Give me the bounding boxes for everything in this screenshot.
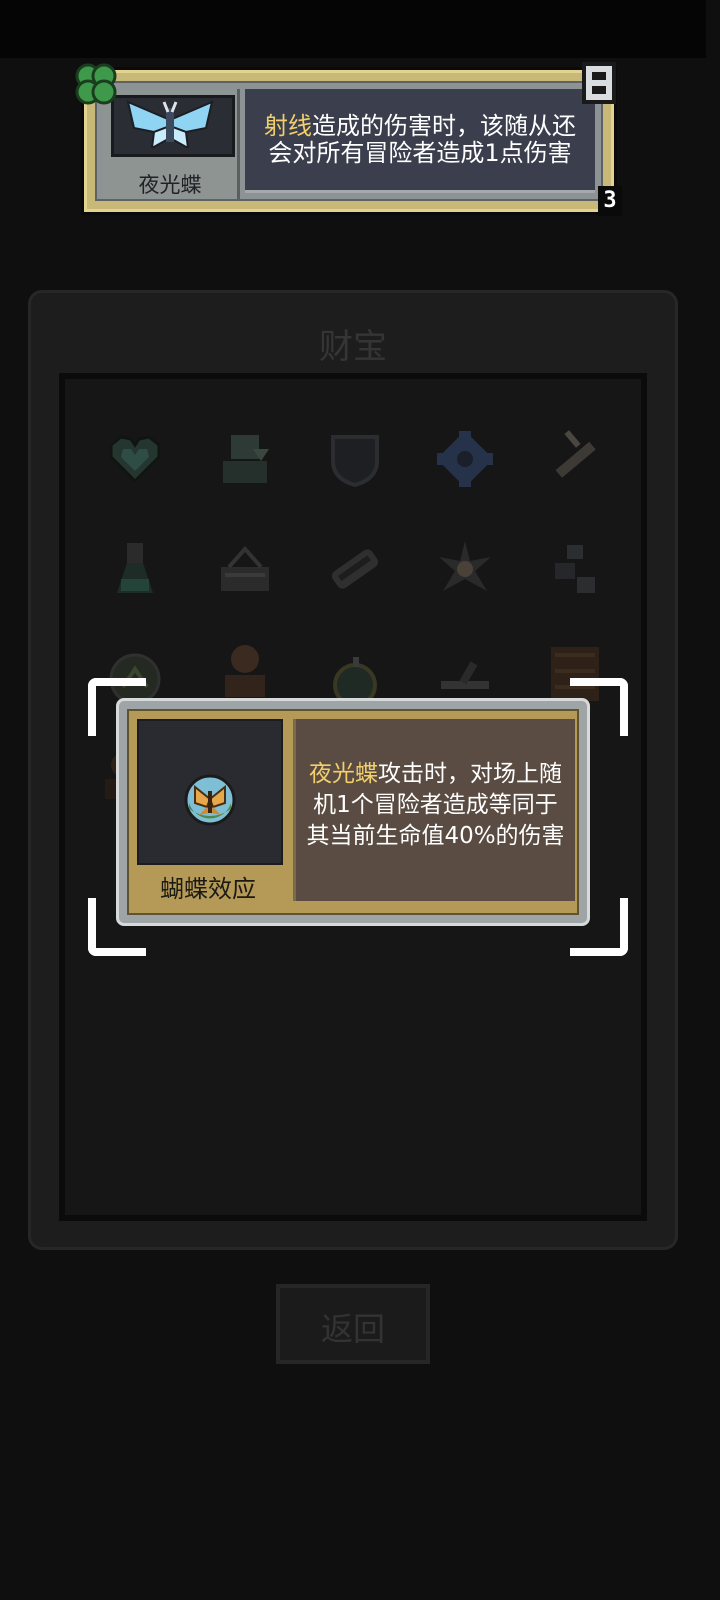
effect-desc-highlight: 夜光蝶 (309, 761, 378, 787)
plug-icon (582, 62, 616, 104)
adventurer-bust-icon[interactable] (213, 427, 277, 491)
butterfly-orb-icon (184, 774, 236, 826)
panel-title: 财宝 (319, 327, 387, 367)
syringe-icon[interactable] (543, 427, 607, 491)
companion-portrait: 夜光蝶 (103, 89, 240, 199)
cog-flower-icon[interactable] (433, 427, 497, 491)
companion-level: 3 (598, 186, 622, 216)
companion-desc-text: 造成的伤害时，该随从还会对所有冒险者造成1点伤害 (268, 112, 576, 167)
effect-icon-frame (137, 719, 283, 865)
back-button-label: 返回 (320, 1310, 385, 1348)
glow-butterfly-icon (126, 100, 214, 150)
robot-icon[interactable] (543, 537, 607, 601)
knight-bust-icon[interactable] (213, 637, 277, 701)
effect-description: 夜光蝶攻击时，对场上随机1个冒险者造成等同于其当前生命值40%的伤害 (293, 719, 575, 901)
starburst-icon[interactable] (433, 537, 497, 601)
potion-flask-icon[interactable] (103, 537, 167, 601)
effect-card[interactable]: 蝴蝶效应 夜光蝶攻击时，对场上随机1个冒险者造成等同于其当前生命值40%的伤害 (116, 698, 590, 926)
shield-icon[interactable] (323, 427, 387, 491)
scroll-icon[interactable] (323, 537, 387, 601)
companion-desc-highlight: 射线 (264, 112, 312, 140)
clover-icon (75, 63, 117, 105)
companion-card: 夜光蝶 射线造成的伤害时，该随从还会对所有冒险者造成1点伤害 (84, 70, 614, 212)
heart-gem-icon[interactable] (103, 427, 167, 491)
status-bar (0, 0, 706, 58)
companion-name: 夜光蝶 (138, 173, 202, 197)
companion-description: 射线造成的伤害时，该随从还会对所有冒险者造成1点伤害 (245, 89, 595, 193)
back-button[interactable]: 返回 (276, 1284, 430, 1364)
basket-icon[interactable] (213, 537, 277, 601)
effect-name: 蝴蝶效应 (160, 875, 256, 903)
